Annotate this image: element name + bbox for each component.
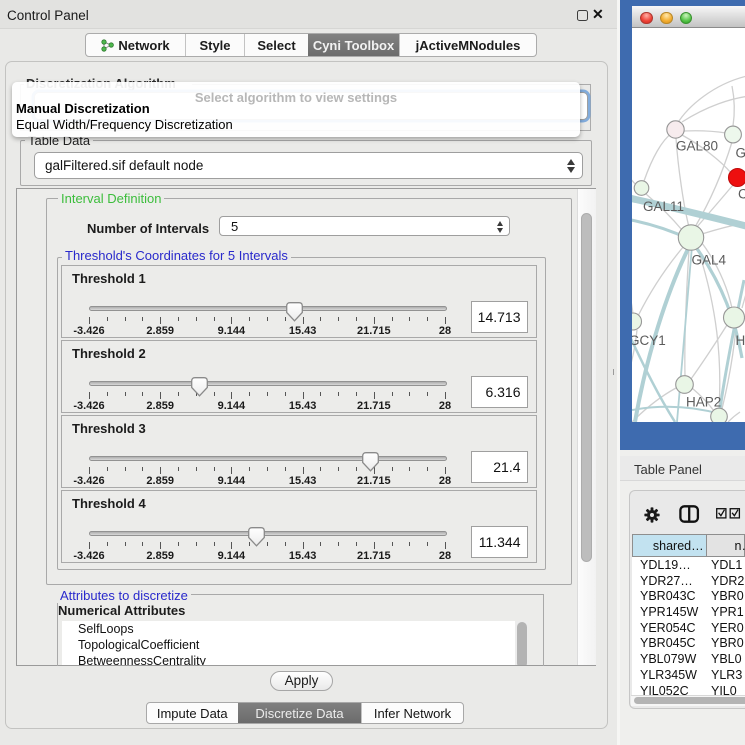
svg-text:GCY1: GCY1 — [632, 333, 666, 348]
svg-text:CDC1: CDC1 — [738, 187, 745, 202]
svg-text:GAL3: GAL3 — [736, 146, 745, 161]
svg-text:GAL4: GAL4 — [692, 253, 727, 268]
svg-text:HIS4: HIS4 — [736, 333, 745, 348]
svg-text:GAL11: GAL11 — [643, 199, 684, 214]
svg-text:GAL80: GAL80 — [676, 139, 718, 154]
svg-text:HAP2: HAP2 — [686, 395, 721, 410]
